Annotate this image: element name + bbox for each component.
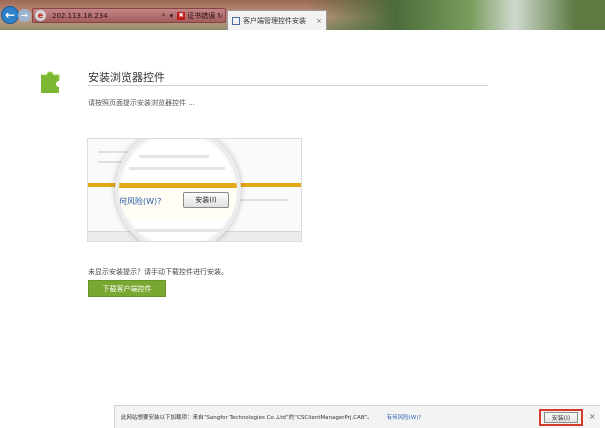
dropdown-icon[interactable]: ▾ <box>170 12 174 20</box>
back-arrow-icon: ← <box>4 8 16 22</box>
address-bar[interactable]: e 202.113.18.234 ⌕ ▾ ✖ 证书错误 ↻ <box>32 8 226 23</box>
manual-install-hint: 未显示安装提示？请手动下载控件进行安装。 <box>88 268 228 276</box>
forward-arrow-icon: → <box>21 11 28 20</box>
install-illustration: 何风险(W)? 安装(I) <box>87 138 302 242</box>
back-button[interactable]: ← <box>1 6 19 24</box>
tab-title: 客户端管理控件安装 <box>243 16 306 25</box>
certificate-error-label[interactable]: 证书错误 <box>187 11 215 21</box>
page-title: 安装浏览器控件 <box>88 71 165 84</box>
tab-close-icon[interactable]: × <box>316 17 326 25</box>
certificate-error-icon: ✖ <box>177 11 186 20</box>
magnifier-risk-link: 何风险(W)? <box>119 197 162 206</box>
title-divider <box>88 85 488 86</box>
browser-window: ← → e 202.113.18.234 ⌕ ▾ ✖ 证书错误 ↻ 客户端管理控… <box>0 0 605 428</box>
install-highlight: 安装(I) <box>539 409 583 426</box>
refresh-icon[interactable]: ↻ <box>217 12 223 20</box>
browser-tab[interactable]: 客户端管理控件安装 × <box>227 10 327 30</box>
page-favicon <box>232 16 240 25</box>
address-url[interactable]: 202.113.18.234 <box>52 12 160 20</box>
ie-icon: e <box>35 10 46 21</box>
illustration-line <box>238 199 288 201</box>
browser-toolbar: ← → e 202.113.18.234 ⌕ ▾ ✖ 证书错误 ↻ 客户端管理控… <box>0 0 605 30</box>
magnifier-line <box>139 155 209 158</box>
download-client-control-button[interactable]: 下载客户端控件 <box>88 280 166 297</box>
magnifier-line <box>133 229 223 232</box>
forward-button[interactable]: → <box>18 9 31 22</box>
page-subtitle: 请按照页面提示安装浏览器控件 ... <box>88 99 195 107</box>
search-icon[interactable]: ⌕ <box>162 11 166 20</box>
notification-risk-link[interactable]: 有何风险(W)? <box>387 413 422 421</box>
magnifier-line <box>129 167 225 170</box>
notification-close-icon[interactable]: × <box>589 412 596 421</box>
notification-message: 此网站想要安装以下加载项：来自“Sangfor Technologies Co.… <box>121 415 373 421</box>
toolbar-background <box>305 0 605 30</box>
plugin-puzzle-icon <box>41 71 60 93</box>
magnifier-circle: 何风险(W)? 安装(I) <box>115 139 241 241</box>
magnifier-install-button: 安装(I) <box>183 192 229 208</box>
install-button[interactable]: 安装(I) <box>544 412 578 423</box>
addon-notification-bar: 此网站想要安装以下加载项：来自“Sangfor Technologies Co.… <box>114 405 600 428</box>
